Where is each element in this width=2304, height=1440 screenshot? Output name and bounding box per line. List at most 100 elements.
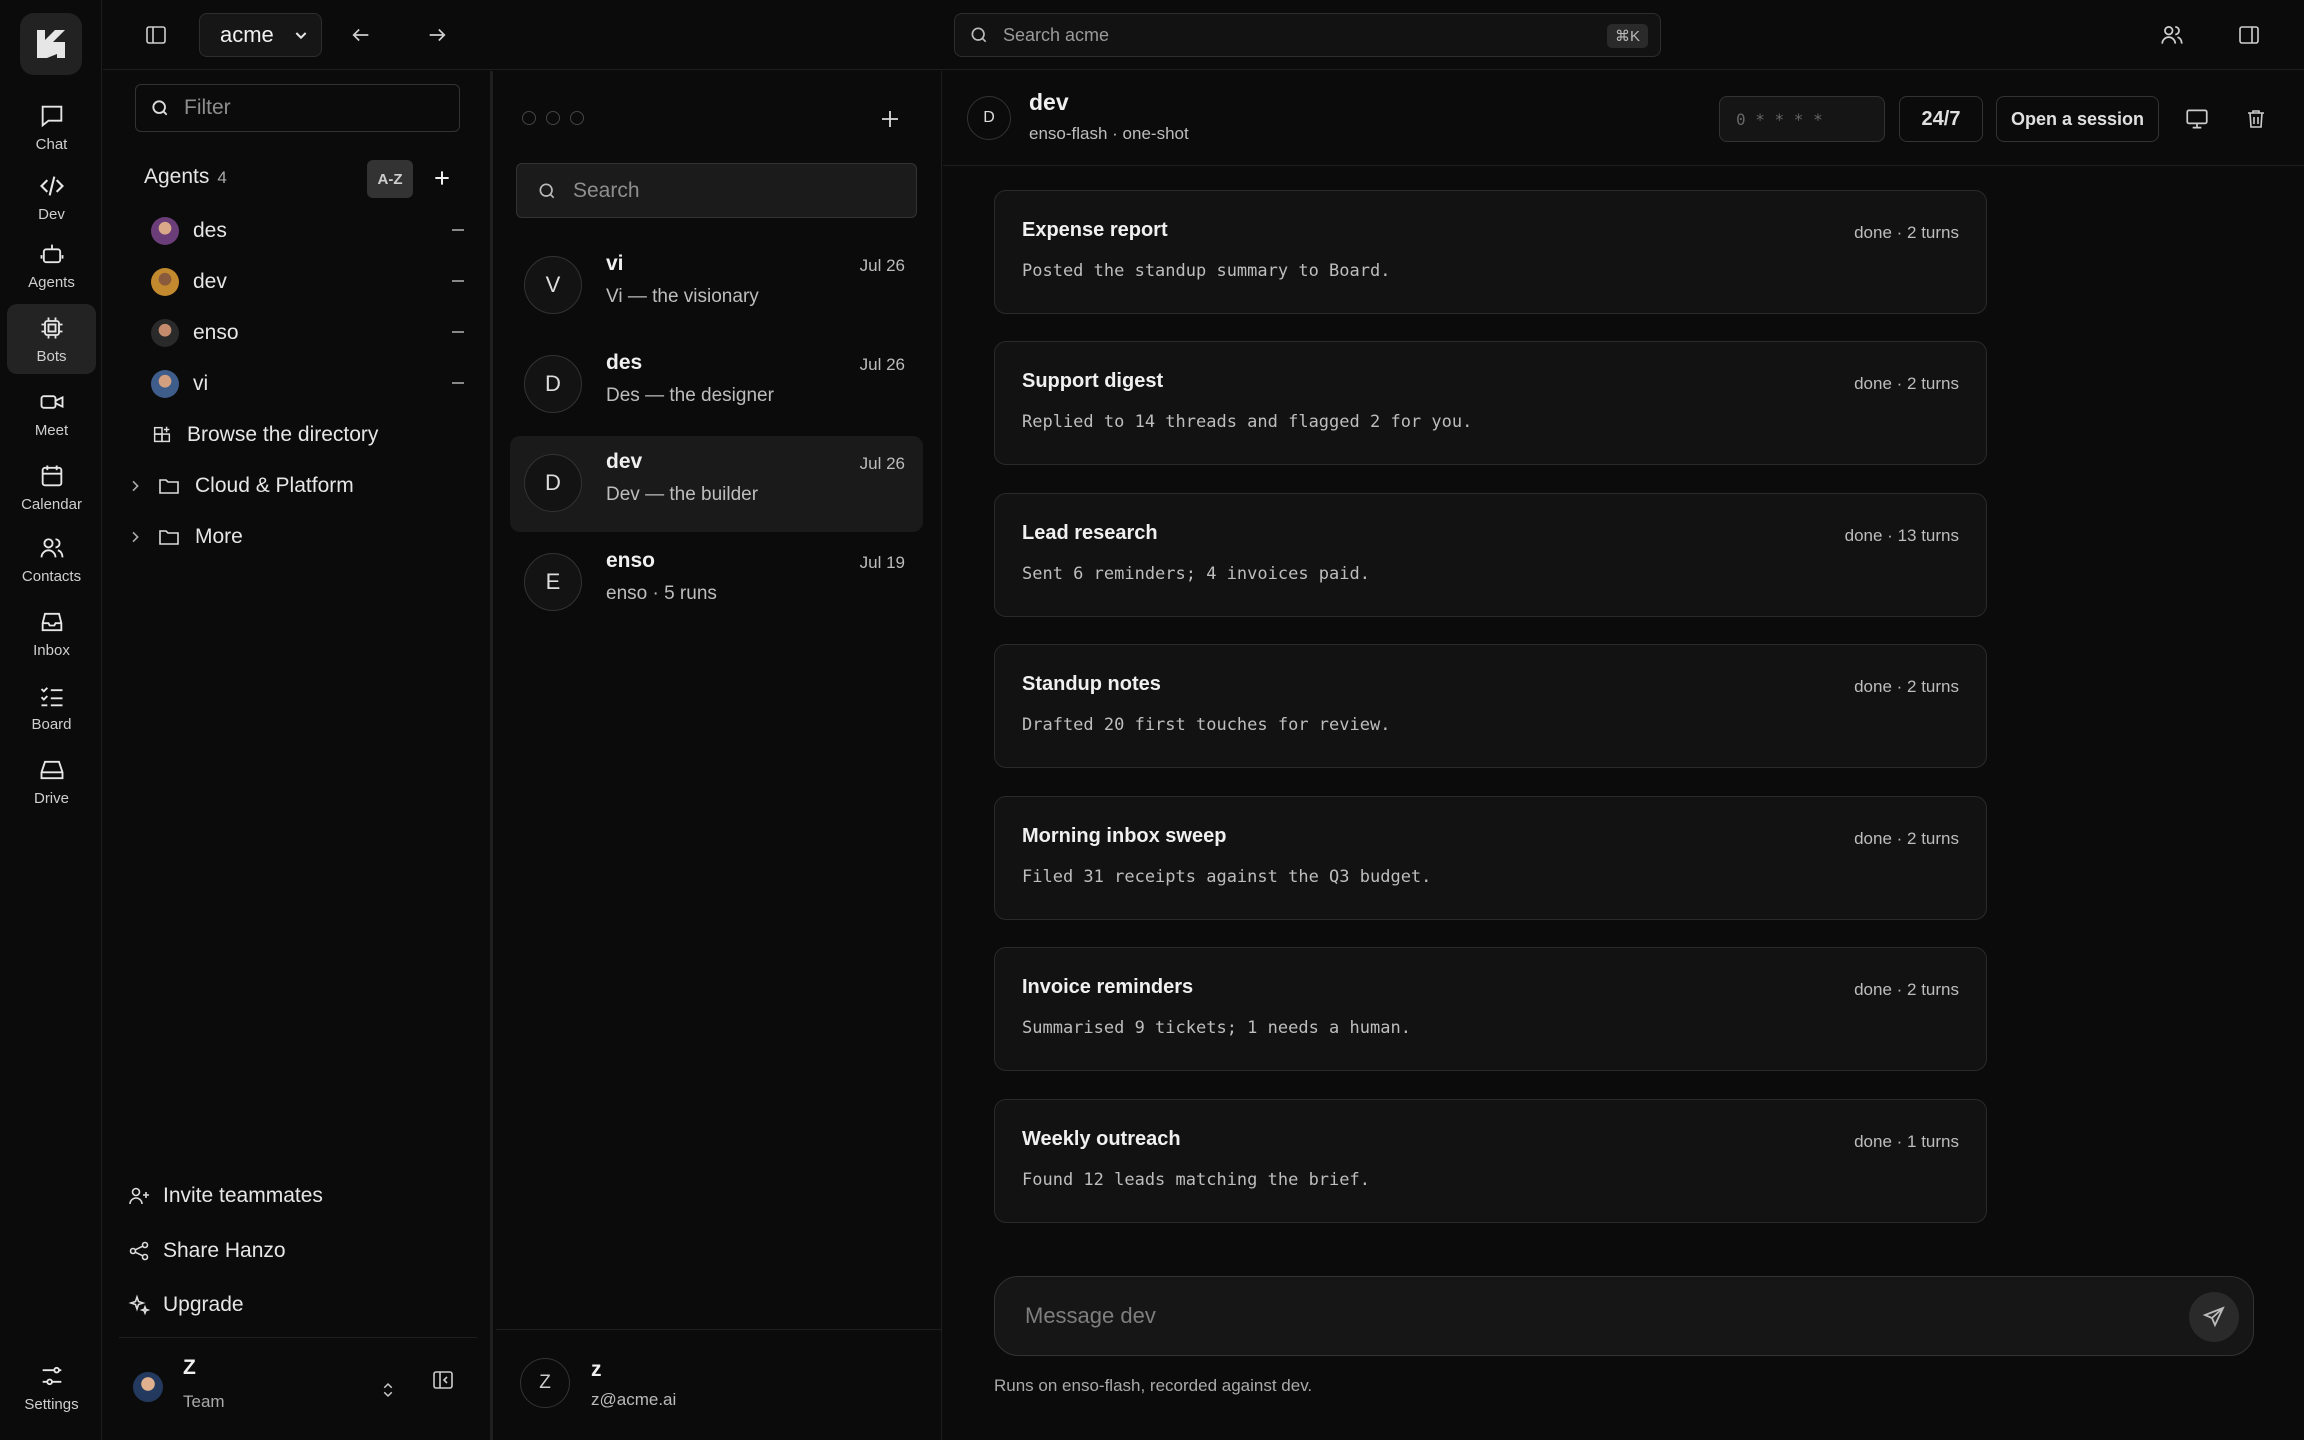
conversation-date: Jul 26 (859, 454, 905, 473)
agent-item-vi[interactable]: vi (151, 364, 471, 404)
upgrade-link[interactable]: Upgrade (127, 1285, 244, 1325)
arrow-right-icon (429, 28, 446, 42)
conversation-date: Jul 19 (859, 553, 905, 572)
agent-item-des[interactable]: des (151, 211, 471, 251)
schedule-button[interactable]: 24/7 (1899, 96, 1983, 142)
team-button[interactable] (2154, 17, 2190, 53)
back-button[interactable] (343, 17, 379, 53)
run-summary: Drafted 20 first touches for review. (1022, 715, 1391, 735)
code-icon (39, 175, 64, 196)
rail-label: Drive (33, 789, 69, 807)
collapse-sidebar-button[interactable] (425, 1362, 461, 1398)
agent-item-enso[interactable]: enso (151, 313, 471, 353)
panel-left-close-icon (433, 1371, 453, 1389)
run-title: Weekly outreach (1022, 1128, 1181, 1150)
avatar: E (524, 553, 582, 611)
add-agent-button[interactable] (424, 160, 460, 196)
conversation-item-enso[interactable]: E enso Jul 19 enso · 5 runs (510, 535, 923, 631)
conversation-search-input[interactable]: Search (516, 163, 917, 218)
share-hanzo-link[interactable]: Share Hanzo (127, 1231, 286, 1271)
agents-sidebar: Filter Agents 4 A-Z des dev enso vi Brows… (103, 71, 493, 1440)
divider (496, 1329, 942, 1330)
rail-label: Bots (36, 347, 67, 365)
folder-cloud-platform[interactable]: Cloud & Platform (127, 466, 354, 506)
rail-item-bots[interactable]: Bots (7, 304, 96, 374)
filter-input[interactable]: Filter (135, 84, 460, 132)
rail-label: Contacts (21, 567, 82, 585)
search-shortcut: ⌘K (1606, 24, 1648, 48)
rail-item-drive[interactable]: Drive (7, 746, 96, 816)
token-input[interactable]: 0 * * * * (1719, 96, 1885, 142)
conversation-name: enso (606, 549, 656, 572)
chat-icon (41, 105, 62, 127)
run-card[interactable]: Standup notes done · 2 turns Drafted 20 … (994, 644, 1987, 768)
video-icon (40, 394, 63, 409)
folder-more[interactable]: More (127, 517, 243, 557)
folder-icon (159, 530, 179, 545)
users-icon (2161, 26, 2183, 44)
toggle-right-panel-button[interactable] (2231, 17, 2267, 53)
rail-item-chat[interactable]: Chat (7, 92, 96, 162)
folder-icon (159, 479, 179, 494)
new-conversation-button[interactable] (872, 101, 908, 137)
chevron-right-icon (132, 480, 139, 492)
folder-label: Cloud & Platform (195, 474, 354, 497)
run-card[interactable]: Weekly outreach done · 1 turns Found 12 … (994, 1099, 1987, 1223)
conversation-name: dev (606, 450, 643, 473)
sidebar-icon (146, 26, 166, 44)
bot-detail: D dev enso-flash · one-shot 0 * * * * 24… (943, 71, 2304, 1440)
plus-icon (882, 111, 898, 127)
conversation-item-dev[interactable]: D dev Jul 26 Dev — the builder (510, 436, 923, 532)
run-card[interactable]: Invoice reminders done · 2 turns Summari… (994, 947, 1987, 1071)
toggle-sidebar-button[interactable] (138, 17, 174, 53)
bot-subtitle: enso-flash · one-shot (1029, 124, 1189, 143)
invite-teammates-link[interactable]: Invite teammates (127, 1176, 323, 1216)
run-card[interactable]: Morning inbox sweep done · 2 turns Filed… (994, 796, 1987, 920)
rail-item-inbox[interactable]: Inbox (7, 598, 96, 668)
send-icon (2202, 1306, 2225, 1328)
user-menu[interactable]: Z Team (133, 1350, 463, 1430)
global-search-input[interactable]: Search acme ⌘K (954, 13, 1661, 57)
share-icon (129, 1241, 149, 1261)
drive-icon (40, 760, 63, 779)
run-card[interactable]: Expense report done · 2 turns Posted the… (994, 190, 1987, 314)
run-card[interactable]: Support digest done · 2 turns Replied to… (994, 341, 1987, 465)
chevron-updown-icon (383, 1382, 393, 1398)
invite-label: Invite teammates (163, 1184, 323, 1207)
rail-item-meet[interactable]: Meet (7, 378, 96, 448)
send-button[interactable] (2189, 1292, 2239, 1342)
rail-item-calendar[interactable]: Calendar (7, 452, 96, 522)
run-meta: done · 2 turns (1854, 829, 1959, 848)
desktop-button[interactable] (2179, 101, 2215, 137)
rail-item-agents[interactable]: Agents (7, 230, 96, 300)
sort-az-button[interactable]: A-Z (367, 160, 413, 198)
conversation-item-des[interactable]: D des Jul 26 Des — the designer (510, 337, 923, 433)
folder-label: More (195, 525, 243, 548)
message-input[interactable]: Message dev (994, 1276, 2254, 1356)
hanzo-logo[interactable] (20, 13, 82, 75)
run-meta: done · 2 turns (1854, 980, 1959, 999)
calendar-icon (41, 465, 62, 486)
bot-header: D dev enso-flash · one-shot 0 * * * * 24… (943, 71, 2304, 166)
agent-status-dash (452, 229, 464, 231)
rail-item-board[interactable]: Board (7, 672, 96, 742)
avatar[interactable]: Z (520, 1358, 570, 1408)
forward-button[interactable] (419, 17, 455, 53)
conversation-item-vi[interactable]: V vi Jul 26 Vi — the visionary (510, 238, 923, 334)
conversation-name: des (606, 351, 643, 374)
workspace-select[interactable]: acme (199, 13, 322, 57)
avatar: D (524, 454, 582, 512)
rail-item-dev[interactable]: Dev (7, 162, 96, 232)
conversation-list: Search V vi Jul 26 Vi — the visionary D … (496, 71, 942, 1440)
composer-footnote: Runs on enso-flash, recorded against dev… (994, 1376, 1313, 1395)
rail-item-contacts[interactable]: Contacts (7, 524, 96, 594)
open-session-button[interactable]: Open a session (1996, 96, 2159, 142)
run-card[interactable]: Lead research done · 13 turns Sent 6 rem… (994, 493, 1987, 617)
browse-directory-link[interactable]: Browse the directory (151, 415, 378, 455)
rail-item-settings[interactable]: Settings (7, 1352, 96, 1422)
run-meta: done · 2 turns (1854, 223, 1959, 242)
agents-count: 4 (217, 168, 227, 187)
run-summary: Replied to 14 threads and flagged 2 for … (1022, 412, 1473, 432)
delete-button[interactable] (2238, 101, 2274, 137)
agent-item-dev[interactable]: dev (151, 262, 471, 302)
